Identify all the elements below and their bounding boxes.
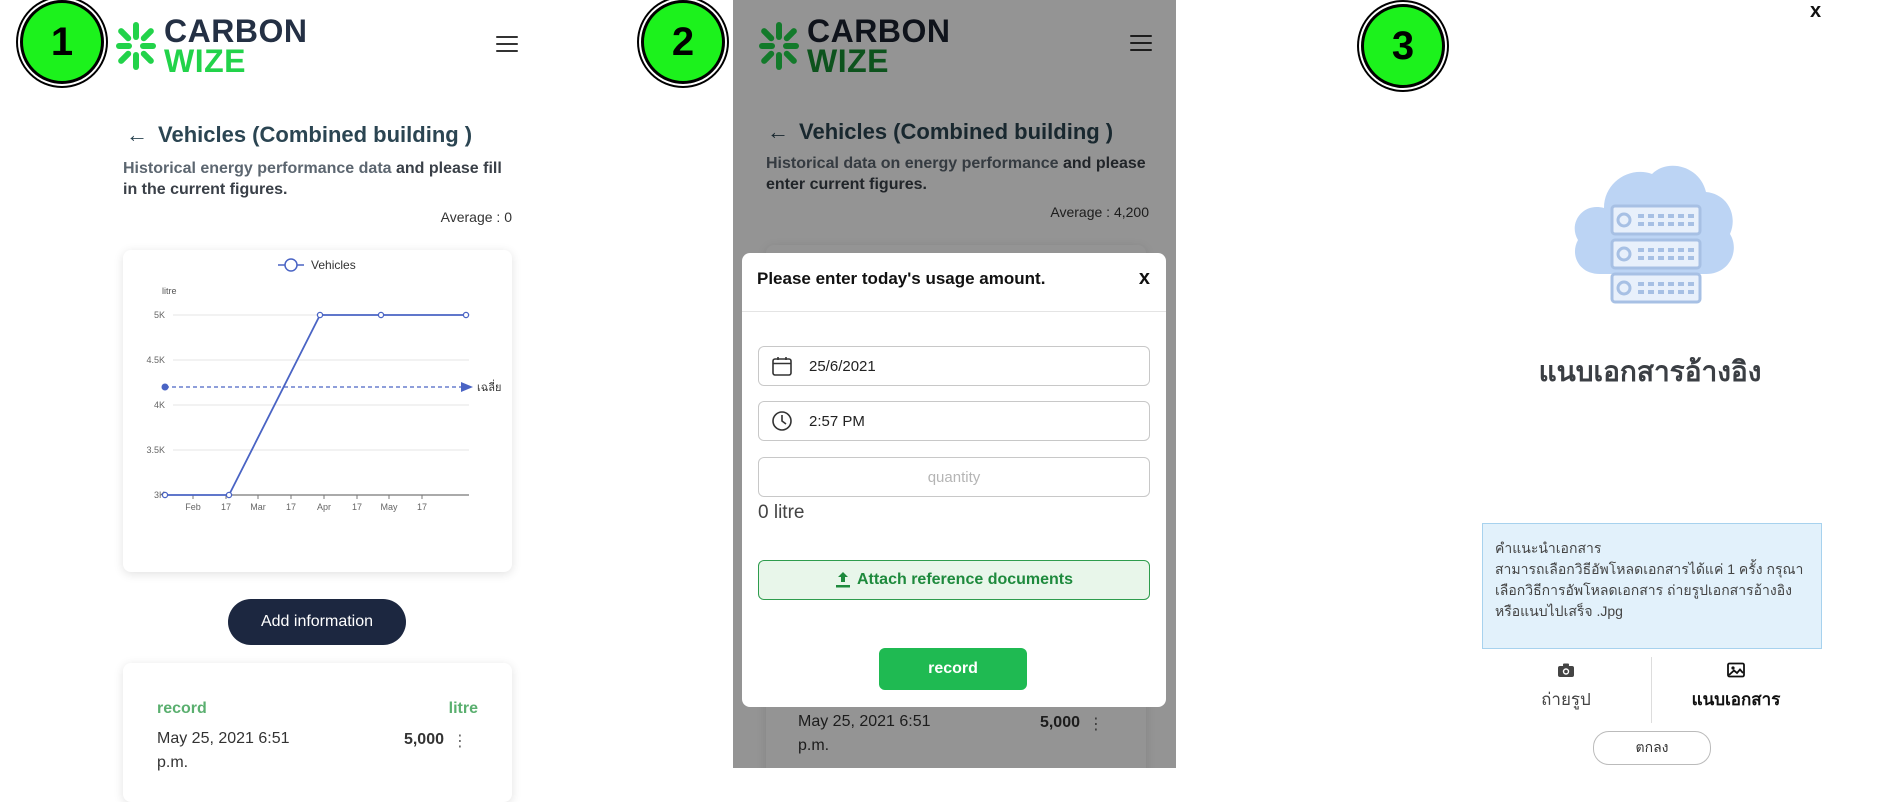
step-badge-3: 3 [1361,4,1445,88]
option-attach-label: แนบเอกสาร [1691,690,1781,709]
date-field[interactable]: 25/6/2021 [758,346,1150,386]
x-tick-label: May [380,502,398,512]
calendar-icon [772,357,792,376]
camera-icon [1558,663,1574,677]
document-guidance-box: คำแนะนำเอกสาร สามารถเลือกวิธีอัพโหลดเอกส… [1482,523,1822,649]
close-icon[interactable]: x [1139,267,1150,290]
image-icon [1727,662,1745,678]
x-tick-label: 17 [352,502,362,512]
data-point [161,491,169,499]
menu-icon[interactable] [496,36,518,52]
step-badge-1: 1 [20,0,104,84]
time-value: 2:57 PM [809,412,865,430]
record-date-line-1: May 25, 2021 6:51 [157,730,290,747]
more-options-icon[interactable]: ⋮ [452,731,468,751]
x-tick-label: Apr [317,502,331,512]
record-date: May 25, 2021 6:51 p.m. [157,727,290,775]
line-chart: Vehicles litre 3K3.5K4K4.5K5K Feb 17 Mar 17… [146,258,501,512]
records-card: record litre May 25, 2021 6:51 p.m. 5,00… [123,663,512,802]
data-point [462,311,470,319]
x-tick-label: 17 [286,502,296,512]
chart-legend[interactable]: Vehicles [278,258,356,272]
cloud-server-icon [1574,165,1734,304]
record-column-header: record [157,700,207,717]
y-tick-label: 5K [154,310,165,320]
guidance-body: สามารถเลือกวิธีอัพโหลดเอกสารได้แค่ 1 ครั… [1495,561,1804,619]
back-arrow-icon[interactable]: ← [126,122,148,148]
clock-icon [772,411,792,431]
attach-documents-button[interactable]: Attach reference documents [758,560,1150,600]
page-subtitle: Historical energy performance data and p… [123,158,518,200]
y-tick-label: 3.5K [146,445,165,455]
x-tick-label: 17 [221,502,231,512]
modal-divider [742,311,1166,312]
subtitle-normal: Historical energy performance data [123,160,392,177]
average-text: Average : 0 [440,209,512,225]
usage-modal: Please enter today's usage amount. x 25/… [742,253,1166,707]
page-title-text: Vehicles (Combined building ) [158,122,473,147]
data-point [225,491,233,499]
brand-logo[interactable]: CARBON WIZE [114,13,308,79]
date-value: 25/6/2021 [809,357,876,375]
data-point [316,311,324,319]
quantity-input[interactable]: quantity [758,457,1150,497]
panel-2: CARBON WIZE ← Vehicles (Combined buildin… [733,0,1176,768]
record-value: 5,000 [403,731,444,748]
step-badge-2: 2 [641,0,725,84]
attach-reference-title: แนบเอกสารอ้างอิง [1538,356,1762,387]
record-button[interactable]: record [879,648,1027,690]
modal-title: Please enter today's usage amount. [757,269,1046,288]
logo-burst-icon [116,22,156,70]
y-tick-label: 4.5K [146,355,165,365]
average-label: เฉลี่ย [477,379,501,394]
quantity-unit-text: 0 litre [758,502,805,523]
x-tick-label: Mar [250,502,266,512]
unit-column-header: litre [448,700,478,717]
upload-icon [835,572,850,588]
option-photo-label: ถ่ายรูป [1541,690,1591,709]
record-date-line-2: p.m. [157,754,189,771]
ok-button[interactable]: ตกลง [1593,731,1711,765]
option-take-photo[interactable]: ถ่ายรูป [1482,662,1650,713]
average-arrow [461,382,473,392]
attach-button-label: Attach reference documents [856,571,1074,588]
guidance-heading: คำแนะนำเอกสาร [1495,540,1602,556]
option-attach-document[interactable]: แนบเอกสาร [1652,662,1820,713]
y-tick-label: 4K [154,400,165,410]
time-field[interactable]: 2:57 PM [758,401,1150,441]
add-information-button[interactable]: Add information [228,599,406,645]
brand-line-1: CARBON [164,13,308,49]
brand-line-2: WIZE [164,43,246,79]
y-axis-label: litre [162,286,177,296]
x-tick-label: Feb [185,502,201,512]
chart-card: Vehicles litre 3K 3.5K 4K 4.5K 5K Feb 17 Mar 17… [123,250,512,572]
legend-label: Vehicles [311,258,356,272]
page-title: ← Vehicles (Combined building ) [126,122,472,148]
average-marker [161,383,169,391]
close-icon[interactable]: x [1810,0,1821,23]
x-tick-label: 17 [417,502,427,512]
data-point [377,311,385,319]
